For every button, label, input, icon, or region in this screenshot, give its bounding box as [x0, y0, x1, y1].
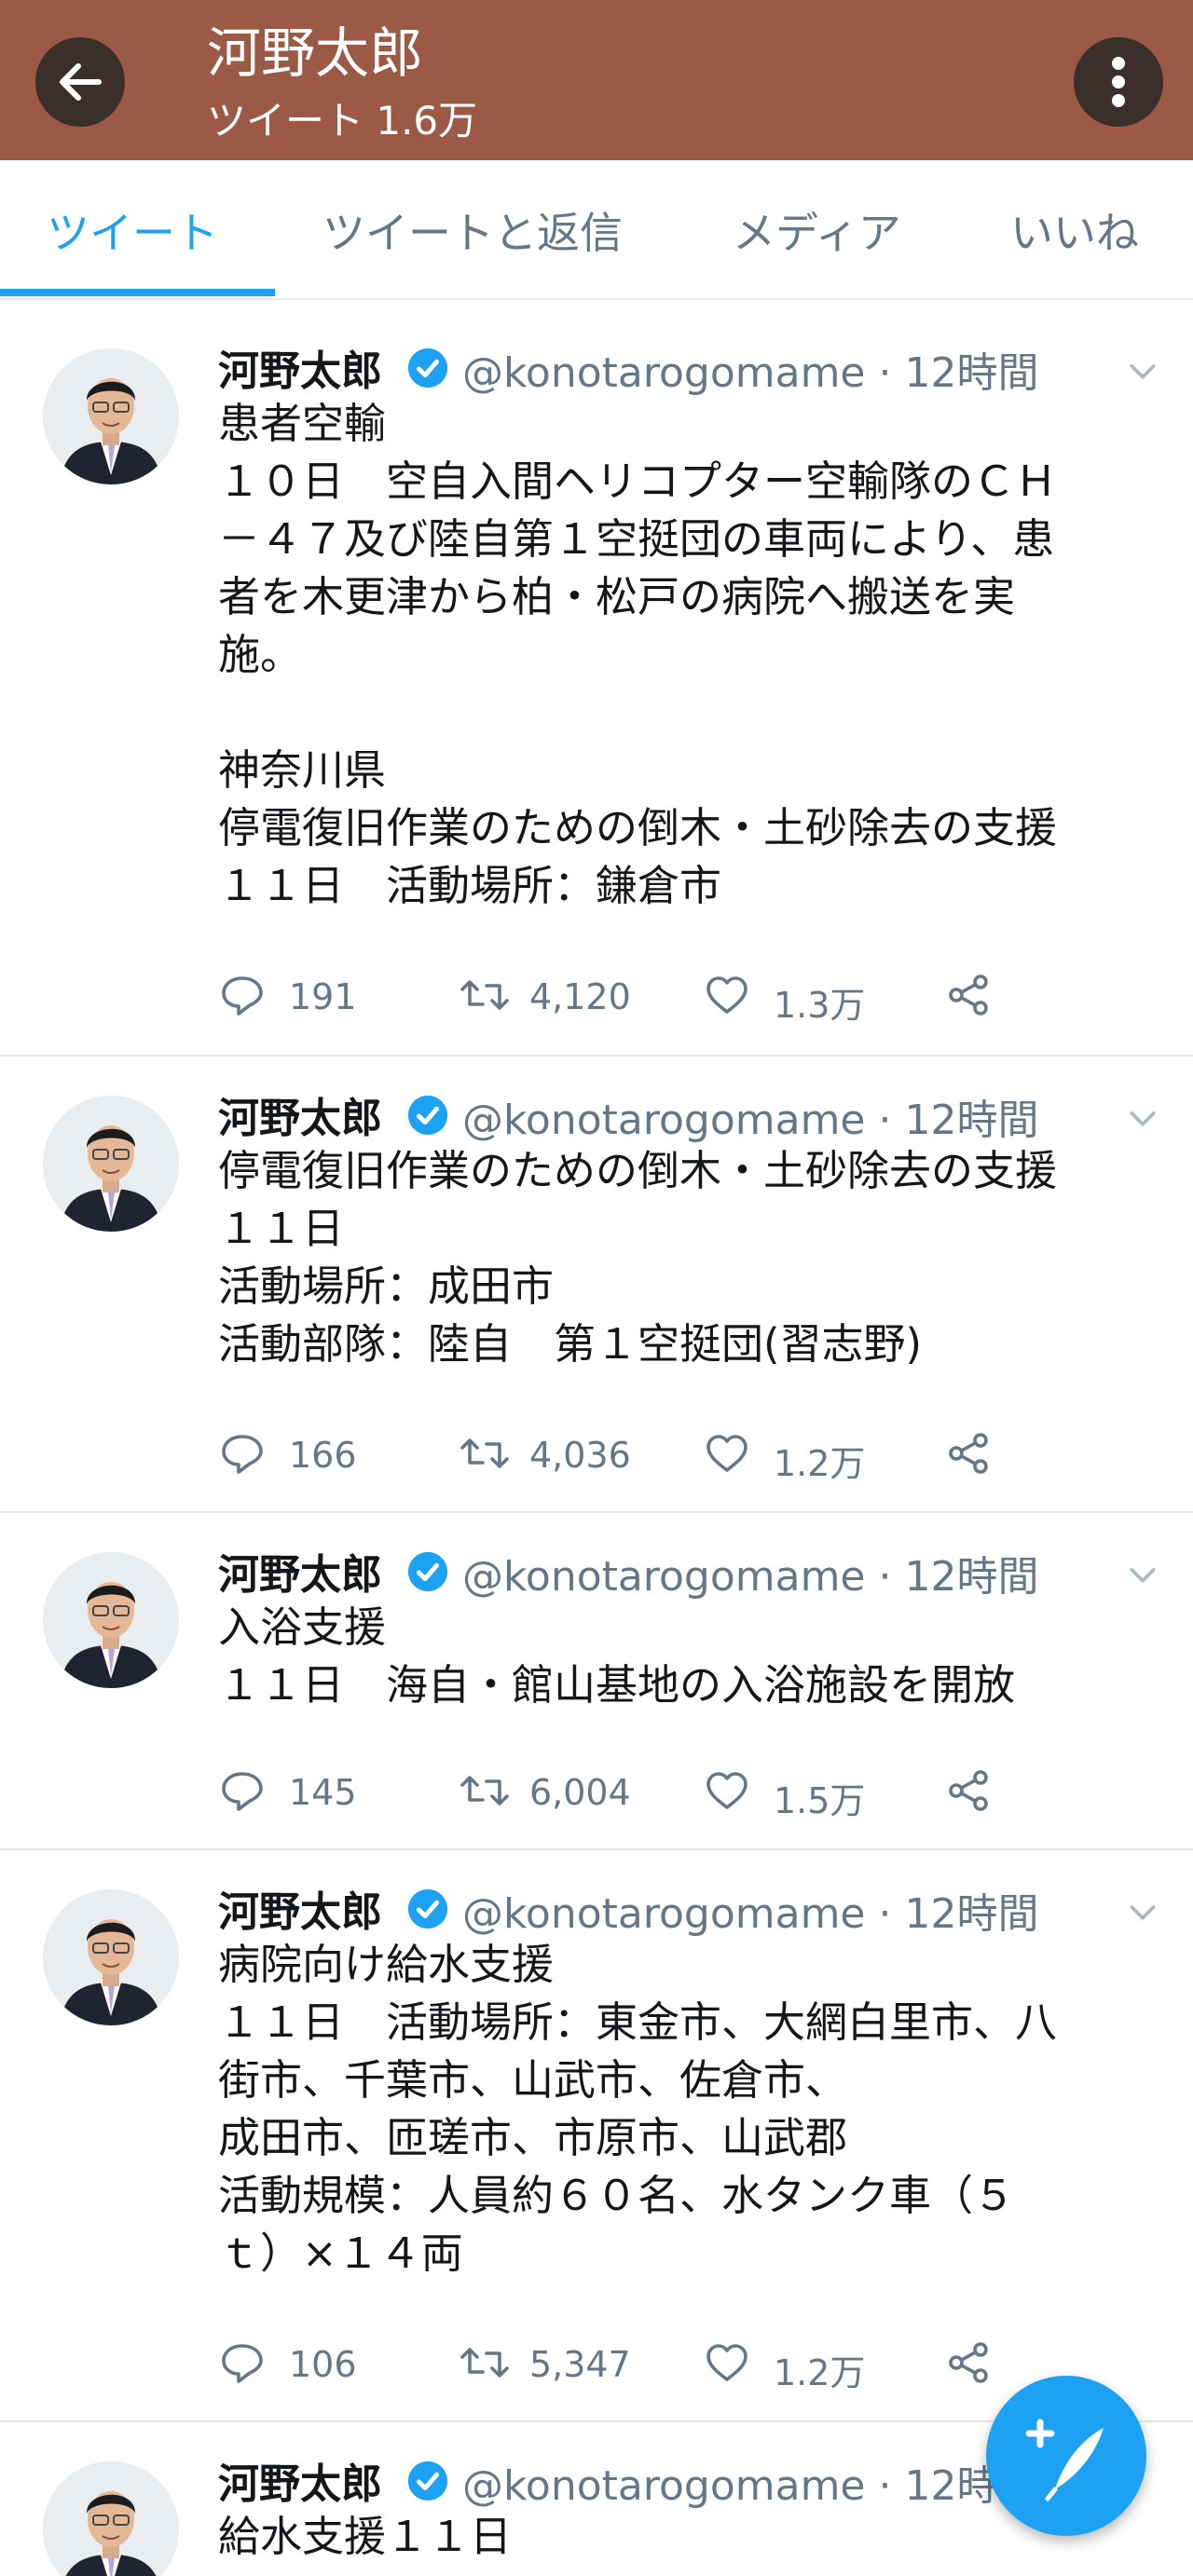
- avatar-image: [43, 1552, 179, 1688]
- tweet[interactable]: 河野太郎 @konotarogomame · 12時間 停電復旧作業のための倒木…: [0, 1056, 1193, 1513]
- compose-feather-icon: [1025, 2419, 1104, 2501]
- reply-button[interactable]: 166: [218, 1425, 386, 1481]
- tweet-text: 病院向け給水支援 １１日 活動場所：東金市、大網白里市、八 街市、千葉市、山武市…: [218, 1940, 1058, 2278]
- tweet-count: ツイート 1.6万: [207, 98, 478, 143]
- tweet-author-name[interactable]: 河野太郎: [218, 1084, 382, 1144]
- share-button[interactable]: [945, 1763, 1001, 1819]
- tweet[interactable]: 河野太郎 @konotarogomame · 12時間 病院向け給水支援 １１日…: [0, 1850, 1193, 2422]
- retweet-count: 6,004: [529, 1772, 631, 1813]
- tweet[interactable]: 河野太郎 @konotarogomame · 12時間 患者空輸 １０日 空自入…: [0, 309, 1193, 1056]
- chevron-down-icon[interactable]: [1124, 1099, 1161, 1137]
- tweet-handle-time[interactable]: @konotarogomame · 12時間: [462, 1086, 1038, 1146]
- tweet-author-name[interactable]: 河野太郎: [218, 337, 382, 397]
- reply-count: 166: [289, 1435, 357, 1476]
- avatar[interactable]: [43, 1552, 179, 1688]
- verified-badge-icon: [407, 1095, 448, 1136]
- retweet-count: 5,347: [529, 2344, 631, 2385]
- back-button[interactable]: [35, 37, 125, 127]
- retweet-icon: [460, 1776, 509, 1806]
- tweet-actions: 145 6,004 1.5万: [218, 1763, 1057, 1821]
- retweet-icon: [460, 2348, 509, 2378]
- tweet-author-name[interactable]: 河野太郎: [218, 1878, 382, 1938]
- heart-icon: [706, 976, 747, 1014]
- tweet[interactable]: 河野太郎 @konotarogomame · 12時間 入浴支援 １１日 海自・…: [0, 1513, 1193, 1850]
- like-count: 1.2万: [774, 1443, 866, 1484]
- profile-header: 河野太郎 ツイート 1.6万: [0, 0, 1193, 160]
- tweet-text: 入浴支援 １１日 海自・館山基地の入浴施設を開放: [218, 1602, 1016, 1710]
- like-count: 1.5万: [774, 1780, 866, 1821]
- reply-button[interactable]: 106: [218, 2335, 386, 2391]
- reply-icon: [222, 2344, 263, 2383]
- more-vertical-icon: [1112, 57, 1125, 107]
- reply-count: 191: [289, 976, 357, 1017]
- tweet-actions: 106 5,347 1.2万: [218, 2335, 1057, 2393]
- avatar-image: [43, 1096, 179, 1232]
- avatar[interactable]: [43, 2461, 179, 2576]
- retweet-icon: [460, 980, 509, 1010]
- tweet-text: 患者空輸 １０日 空自入間ヘリコプター空輸隊のＣＨ －４７及び陸自第１空挺団の車…: [218, 399, 1058, 910]
- retweet-icon: [460, 1438, 509, 1468]
- compose-tweet-button[interactable]: [986, 2376, 1146, 2536]
- like-button[interactable]: 1.3万: [703, 967, 880, 1026]
- verified-badge-icon: [407, 348, 448, 388]
- tweet-handle-time[interactable]: @konotarogomame · 12時間: [462, 1543, 1038, 1602]
- reply-count: 145: [289, 1772, 357, 1813]
- tweet-author-name[interactable]: 河野太郎: [218, 2450, 382, 2510]
- tab-tweets-and-replies[interactable]: ツイートと返信: [322, 199, 623, 261]
- retweet-count: 4,120: [529, 976, 631, 1017]
- share-icon: [949, 1770, 988, 1811]
- like-count: 1.2万: [774, 2352, 866, 2393]
- tweet-actions: 166 4,036 1.2万: [218, 1425, 1057, 1484]
- share-icon: [949, 1433, 988, 1474]
- verified-badge-icon: [407, 1888, 448, 1929]
- share-button[interactable]: [945, 967, 1001, 1023]
- share-button[interactable]: [945, 1425, 1001, 1481]
- chevron-down-icon[interactable]: [1124, 1893, 1161, 1930]
- avatar-image: [43, 2461, 179, 2576]
- reply-icon: [222, 1435, 263, 1474]
- verified-badge-icon: [407, 1551, 448, 1592]
- like-count: 1.3万: [774, 985, 866, 1026]
- retweet-button[interactable]: 5,347: [459, 2335, 645, 2391]
- tweet-actions: 191 4,120 1.3万: [218, 967, 1057, 1026]
- avatar[interactable]: [43, 1889, 179, 2025]
- active-tab-indicator: [0, 289, 275, 296]
- chevron-down-icon[interactable]: [1124, 352, 1161, 389]
- reply-button[interactable]: 191: [218, 967, 386, 1023]
- heart-icon: [706, 1772, 747, 1809]
- retweet-button[interactable]: 4,120: [459, 967, 645, 1023]
- reply-button[interactable]: 145: [218, 1763, 386, 1819]
- avatar-image: [43, 348, 179, 484]
- tweet-text: 停電復旧作業のための倒木・土砂除去の支援 １１日 活動場所：成田市 活動部隊：陸…: [218, 1146, 1058, 1369]
- avatar[interactable]: [43, 348, 179, 484]
- profile-tabs: ツイート ツイートと返信 メディア いいね: [0, 160, 1193, 300]
- avatar-image: [43, 1889, 179, 2025]
- heart-icon: [706, 1435, 747, 1472]
- tweet-handle-time[interactable]: @konotarogomame · 12時: [462, 2452, 997, 2512]
- retweet-button[interactable]: 6,004: [459, 1763, 645, 1819]
- retweet-count: 4,036: [529, 1435, 631, 1476]
- arrow-left-icon: [60, 63, 102, 101]
- tweet-author-name[interactable]: 河野太郎: [218, 1541, 382, 1601]
- tweet-handle-time[interactable]: @konotarogomame · 12時間: [462, 1880, 1038, 1940]
- reply-icon: [222, 1772, 263, 1811]
- profile-name: 河野太郎: [207, 21, 424, 85]
- avatar[interactable]: [43, 1096, 179, 1232]
- retweet-button[interactable]: 4,036: [459, 1425, 645, 1481]
- like-button[interactable]: 1.2万: [703, 1425, 880, 1484]
- like-button[interactable]: 1.5万: [703, 1763, 880, 1821]
- like-button[interactable]: 1.2万: [703, 2335, 880, 2393]
- tab-media[interactable]: メディア: [733, 199, 901, 261]
- more-options-button[interactable]: [1074, 37, 1163, 127]
- reply-icon: [222, 976, 263, 1015]
- tab-likes[interactable]: いいね: [1010, 199, 1139, 261]
- verified-badge-icon: [407, 2460, 448, 2501]
- tab-tweets[interactable]: ツイート: [47, 199, 218, 261]
- reply-count: 106: [289, 2344, 357, 2385]
- heart-icon: [706, 2344, 747, 2381]
- share-icon: [949, 975, 988, 1015]
- chevron-down-icon[interactable]: [1124, 1556, 1161, 1593]
- tweet-handle-time[interactable]: @konotarogomame · 12時間: [462, 339, 1038, 399]
